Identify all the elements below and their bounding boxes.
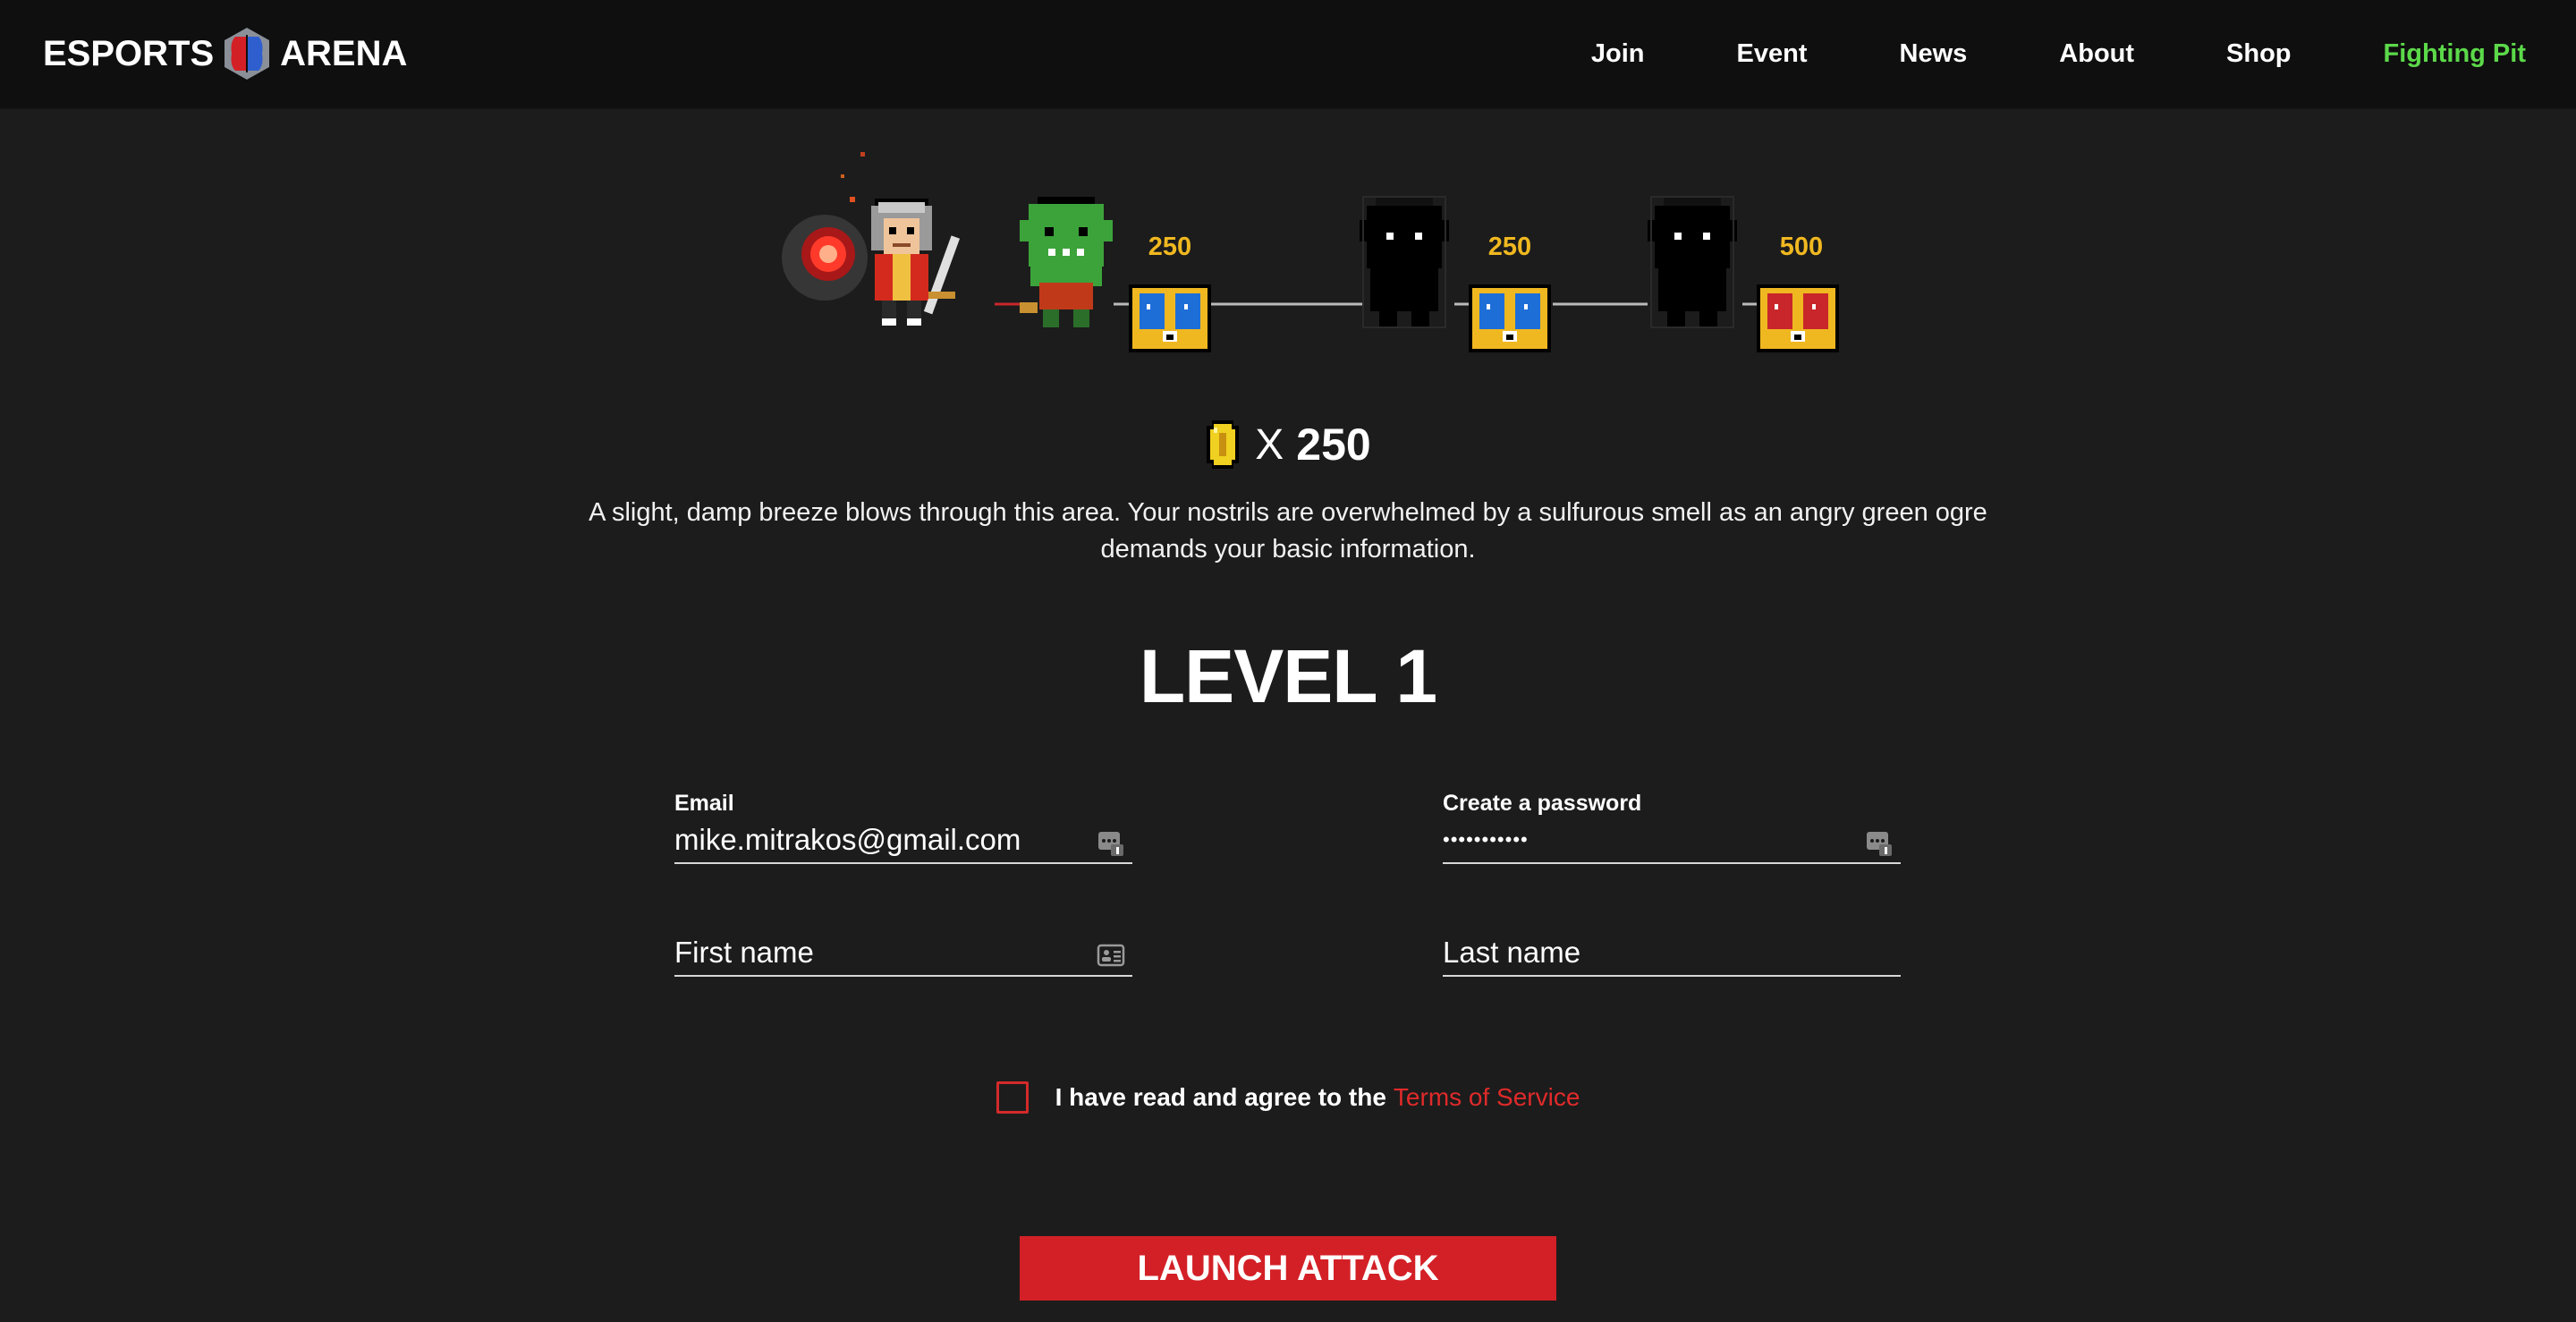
coin-multiplier: X	[1255, 420, 1284, 469]
terms-checkbox[interactable]	[996, 1081, 1029, 1114]
knight-hero-icon	[871, 199, 961, 326]
first-name-input[interactable]	[674, 936, 1068, 970]
gold-coin-icon	[1207, 420, 1240, 469]
last-name-input[interactable]	[1443, 936, 1836, 970]
password-input-wrapper	[1443, 818, 1901, 864]
fireball-icon	[782, 152, 868, 301]
terms-row: I have read and agree to the Terms of Se…	[0, 1081, 2576, 1114]
contact-card-icon[interactable]	[1097, 941, 1125, 970]
launch-attack-button[interactable]: LAUNCH ATTACK	[1020, 1236, 1556, 1301]
terms-of-service-link[interactable]: Terms of Service	[1394, 1083, 1580, 1112]
locked-shadow-ogre-icon	[1360, 196, 1449, 328]
email-input-wrapper	[674, 818, 1132, 864]
password-label: Create a password	[1443, 791, 1642, 816]
last-name-field	[1443, 930, 1901, 977]
password-manager-icon[interactable]	[1097, 828, 1125, 857]
last-name-input-wrapper	[1443, 930, 1901, 977]
green-ogre-enemy-icon	[1020, 197, 1113, 327]
first-name-field	[674, 930, 1132, 977]
level-progress-track: 250 250 500	[0, 0, 2576, 376]
password-manager-icon[interactable]	[1865, 828, 1894, 857]
coin-count: 250	[1296, 419, 1371, 470]
coin-balance: X 250	[0, 416, 2576, 473]
level-story-text: A slight, damp breeze blows through this…	[589, 498, 1987, 564]
password-field: Create a password	[1443, 791, 1901, 864]
blue-chest-icon	[1469, 284, 1551, 352]
stage-3-reward: 500	[1779, 233, 1824, 261]
stage-2-reward: 250	[1487, 233, 1532, 261]
blue-chest-icon	[1129, 284, 1211, 352]
first-name-input-wrapper	[674, 930, 1132, 977]
password-input[interactable]	[1443, 828, 1836, 852]
terms-text: I have read and agree to the	[1055, 1083, 1386, 1111]
locked-shadow-ogre-icon	[1648, 196, 1737, 328]
progress-track-art	[782, 152, 1839, 352]
email-field: Email	[674, 791, 1132, 864]
stage-1-reward: 250	[1148, 233, 1192, 261]
red-chest-icon	[1757, 284, 1839, 352]
email-input[interactable]	[674, 823, 1068, 857]
email-label: Email	[674, 791, 734, 816]
level-title: LEVEL 1	[1139, 634, 1437, 718]
